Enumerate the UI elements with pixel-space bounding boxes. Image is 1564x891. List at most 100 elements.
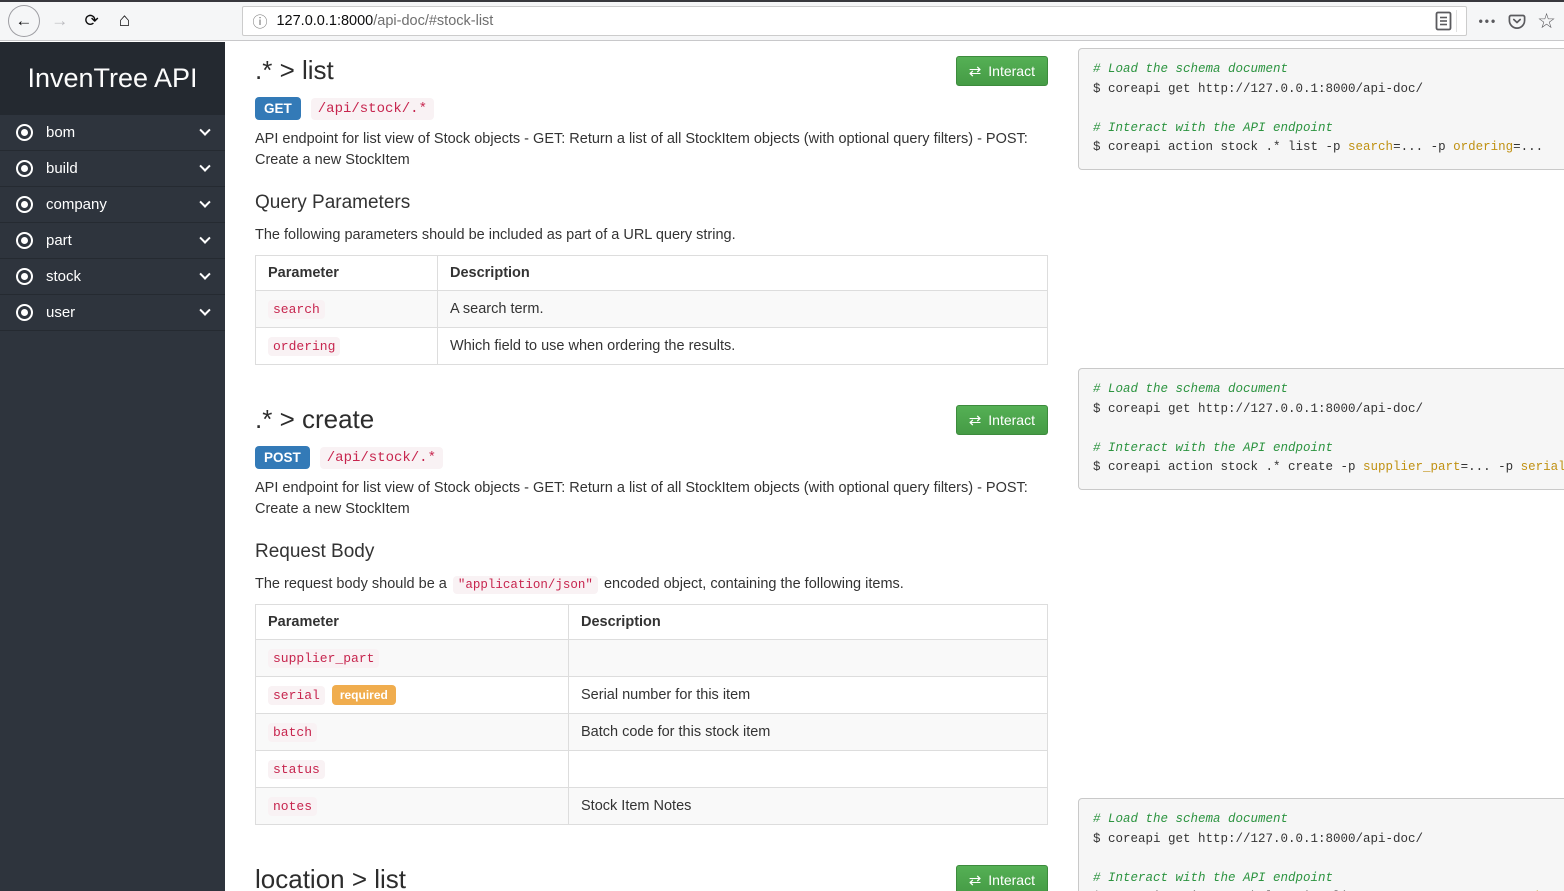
- sidebar-item-part[interactable]: part: [0, 223, 225, 259]
- sidebar-item-label: stock: [46, 268, 81, 285]
- sidebar-item-label: build: [46, 160, 78, 177]
- param-name: ordering: [268, 337, 340, 356]
- endpoint-description: API endpoint for list view of Stock obje…: [255, 129, 1048, 170]
- toolbar-right-icons: ••• ☆: [1479, 11, 1556, 32]
- app-title: InvenTree API: [0, 42, 225, 115]
- sidebar-item-stock[interactable]: stock: [0, 259, 225, 295]
- chevron-down-icon: [199, 196, 210, 207]
- bookmark-star-icon[interactable]: ☆: [1537, 11, 1556, 32]
- sidebar-item-label: company: [46, 196, 107, 213]
- section-title: location > list: [255, 865, 406, 891]
- chevron-down-icon: [199, 124, 210, 135]
- column-header-description: Description: [438, 256, 1048, 291]
- code-sample-block: # Load the schema document$ coreapi get …: [1078, 368, 1564, 490]
- url-domain: 127.0.0.1:8000: [276, 13, 373, 29]
- forward-button[interactable]: →: [47, 6, 73, 36]
- sidebar-item-label: user: [46, 304, 75, 321]
- query-parameters-table: Parameter Description search A search te…: [255, 255, 1048, 365]
- browser-toolbar: ← → ⟳ ⌂ ⓘ 127.0.0.1:8000/api-doc/#stock-…: [0, 2, 1564, 41]
- table-row: search A search term.: [256, 291, 1048, 328]
- swap-arrows-icon: ⇄: [969, 64, 982, 79]
- chevron-down-icon: [199, 268, 210, 279]
- param-name: batch: [268, 723, 317, 742]
- column-header-parameter: Parameter: [256, 605, 569, 640]
- note-text: The request body should be a: [255, 576, 451, 592]
- param-name: supplier_part: [268, 649, 379, 668]
- endpoint-section-stock-list: .* > list ⇄ Interact GET /api/stock/.* A…: [255, 56, 1048, 365]
- note-text: The following parameters should be inclu…: [255, 227, 736, 243]
- param-description: Which field to use when ordering the res…: [438, 328, 1048, 365]
- section-title: .* > create: [255, 405, 374, 435]
- sidebar-item-user[interactable]: user: [0, 295, 225, 331]
- required-badge: required: [332, 685, 396, 705]
- param-name: search: [268, 300, 325, 319]
- endpoint-section-location-list: location > list ⇄ Interact GET /api/stoc…: [255, 865, 1048, 891]
- site-info-icon[interactable]: ⓘ: [252, 11, 267, 32]
- url-text: 127.0.0.1:8000/api-doc/#stock-list: [276, 13, 1425, 29]
- section-title: .* > list: [255, 56, 334, 86]
- swap-arrows-icon: ⇄: [969, 873, 982, 888]
- code-sample-block: # Load the schema document$ coreapi get …: [1078, 798, 1564, 891]
- docs-column: .* > list ⇄ Interact GET /api/stock/.* A…: [255, 42, 1048, 891]
- interact-button[interactable]: ⇄ Interact: [956, 405, 1048, 435]
- bullseye-icon: [16, 268, 33, 285]
- param-description: Batch code for this stock item: [569, 714, 1048, 751]
- sidebar-item-bom[interactable]: bom: [0, 115, 225, 151]
- endpoint-path: /api/stock/.*: [320, 447, 443, 469]
- endpoint-path: /api/stock/.*: [311, 98, 434, 120]
- param-description: [569, 751, 1048, 788]
- sidebar-item-build[interactable]: build: [0, 151, 225, 187]
- param-description: Serial number for this item: [569, 677, 1048, 714]
- interact-button[interactable]: ⇄ Interact: [956, 56, 1048, 86]
- code-sample-block: # Load the schema document$ coreapi get …: [1078, 48, 1564, 170]
- interact-label: Interact: [988, 63, 1035, 79]
- column-header-description: Description: [569, 605, 1048, 640]
- reader-mode-icon[interactable]: [1435, 10, 1457, 32]
- request-body-table: Parameter Description supplier_part seri…: [255, 604, 1048, 825]
- table-row: serial required Serial number for this it…: [256, 677, 1048, 714]
- refresh-button[interactable]: ⟳: [79, 6, 105, 36]
- subsection-heading: Query Parameters: [255, 192, 1048, 214]
- subsection-note: The following parameters should be inclu…: [255, 227, 1048, 243]
- swap-arrows-icon: ⇄: [969, 413, 982, 428]
- interact-button[interactable]: ⇄ Interact: [956, 865, 1048, 891]
- table-row: supplier_part: [256, 640, 1048, 677]
- sidebar-item-company[interactable]: company: [0, 187, 225, 223]
- chevron-down-icon: [199, 304, 210, 315]
- bullseye-icon: [16, 196, 33, 213]
- endpoint-section-stock-create: .* > create ⇄ Interact POST /api/stock/.…: [255, 405, 1048, 825]
- bullseye-icon: [16, 124, 33, 141]
- endpoint-description: API endpoint for list view of Stock obje…: [255, 478, 1048, 519]
- note-inline-code: "application/json": [453, 576, 598, 594]
- subsection-note: The request body should be a "applicatio…: [255, 576, 1048, 592]
- page-content: InvenTree API bom build company part sto…: [0, 42, 1564, 891]
- http-method-badge: POST: [255, 446, 310, 469]
- table-row: status: [256, 751, 1048, 788]
- param-name: serial: [268, 686, 325, 705]
- bullseye-icon: [16, 160, 33, 177]
- sidebar-item-label: part: [46, 232, 72, 249]
- main-area: .* > list ⇄ Interact GET /api/stock/.* A…: [225, 42, 1564, 891]
- param-description: [569, 640, 1048, 677]
- menu-dots-icon[interactable]: •••: [1479, 14, 1498, 28]
- table-row: notes Stock Item Notes: [256, 788, 1048, 825]
- param-description: A search term.: [438, 291, 1048, 328]
- param-name: notes: [268, 797, 317, 816]
- bullseye-icon: [16, 304, 33, 321]
- subsection-heading: Request Body: [255, 541, 1048, 563]
- sidebar-item-label: bom: [46, 124, 75, 141]
- table-row: ordering Which field to use when orderin…: [256, 328, 1048, 365]
- chevron-down-icon: [199, 160, 210, 171]
- note-text: encoded object, containing the following…: [600, 576, 904, 592]
- interact-label: Interact: [988, 412, 1035, 428]
- pocket-icon[interactable]: [1507, 11, 1527, 31]
- sidebar: InvenTree API bom build company part sto…: [0, 42, 225, 891]
- param-description: Stock Item Notes: [569, 788, 1048, 825]
- param-name: status: [268, 760, 325, 779]
- url-path: /api-doc/#stock-list: [373, 13, 493, 29]
- chevron-down-icon: [199, 232, 210, 243]
- bullseye-icon: [16, 232, 33, 249]
- home-button[interactable]: ⌂: [111, 6, 139, 36]
- url-bar[interactable]: ⓘ 127.0.0.1:8000/api-doc/#stock-list: [242, 6, 1466, 36]
- back-button[interactable]: ←: [8, 5, 40, 37]
